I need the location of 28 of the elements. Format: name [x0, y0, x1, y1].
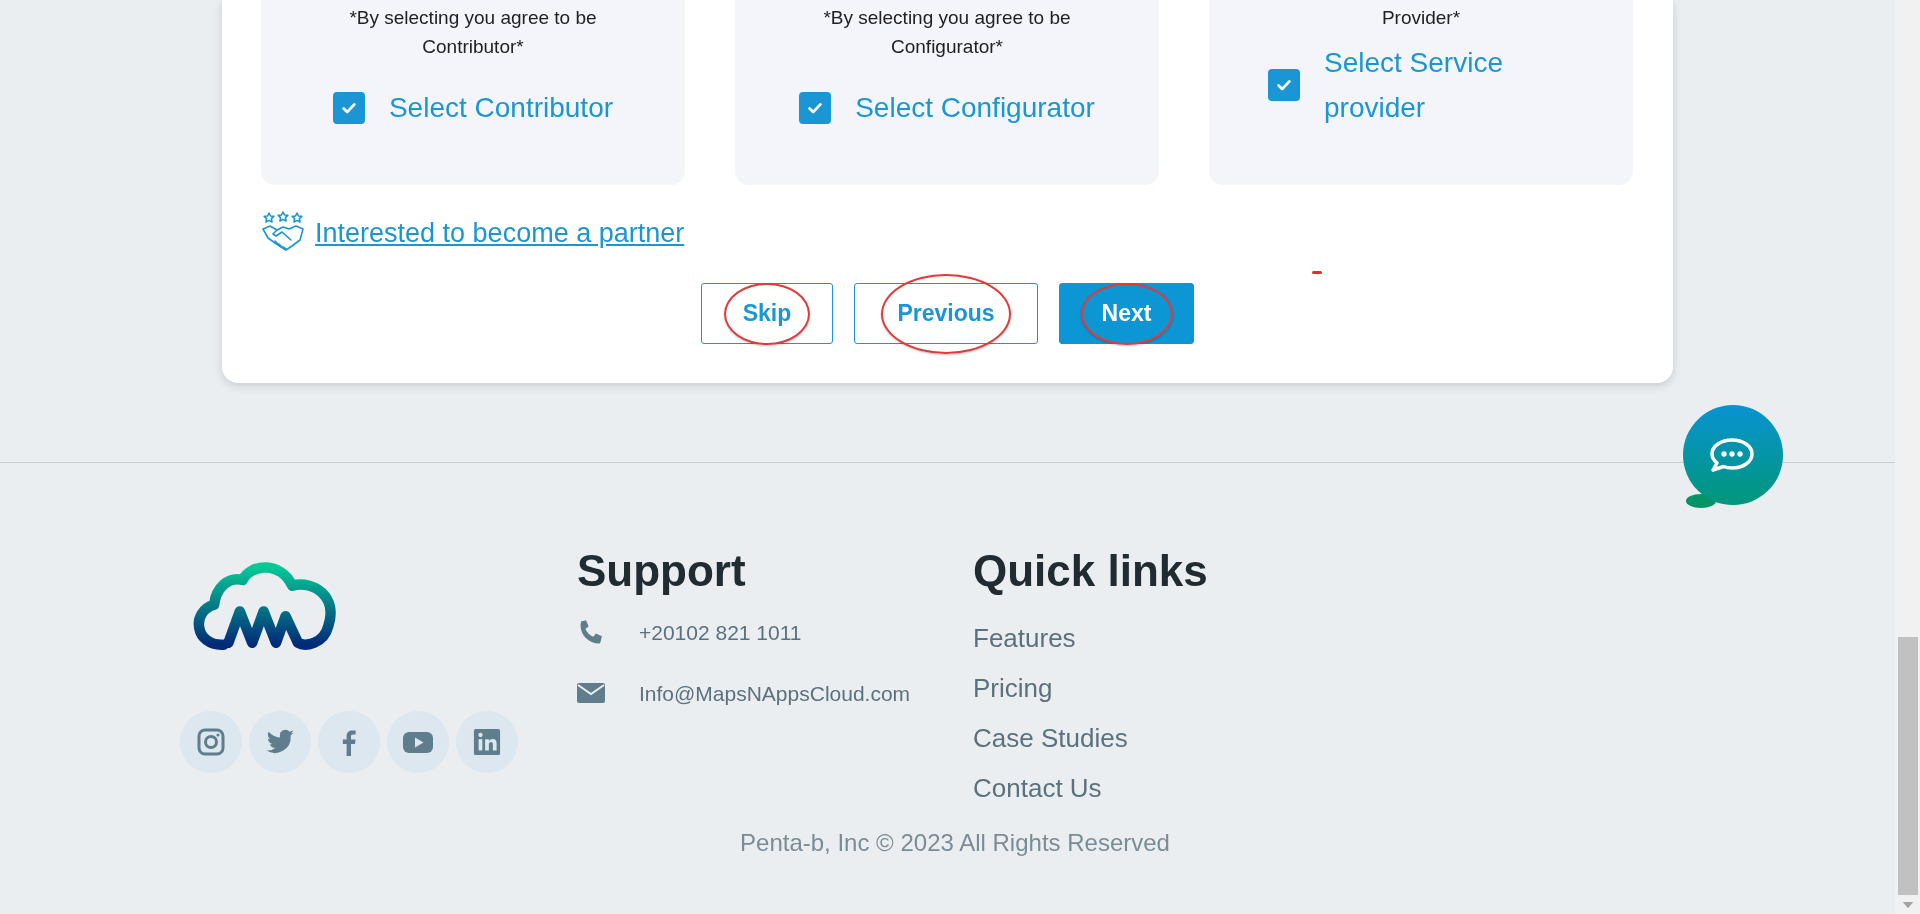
- footer-link[interactable]: Contact Us: [973, 763, 1102, 813]
- footer-link[interactable]: Features: [973, 613, 1076, 663]
- outline-button[interactable]: Skip: [701, 283, 833, 344]
- checkbox[interactable]: [332, 91, 365, 124]
- footer-link[interactable]: Pricing: [973, 663, 1053, 713]
- agreement-note: Configurator*: [890, 35, 1004, 59]
- scroll-down-arrow[interactable]: [1902, 902, 1914, 909]
- agreement-note: *By selecting you agree to be: [349, 6, 597, 30]
- agreement-note: Contributor*: [421, 35, 525, 59]
- checkbox-label[interactable]: Select Service provider: [1324, 40, 1574, 130]
- next-button[interactable]: Next: [1059, 283, 1194, 344]
- agreement-note: *By selecting you agree to be: [823, 6, 1071, 30]
- agreement-note: Provider*: [1381, 6, 1461, 30]
- checkbox[interactable]: [1268, 69, 1300, 101]
- checkbox-label[interactable]: Select Configurator: [855, 85, 1095, 130]
- email-address: Info@MapsNAppsCloud.com: [639, 682, 911, 706]
- envelope-icon: [577, 683, 605, 705]
- footer-link[interactable]: Case Studies: [973, 713, 1128, 763]
- partner-link[interactable]: Interested to become a partner: [315, 217, 685, 249]
- checkbox[interactable]: [799, 91, 832, 124]
- outline-button[interactable]: Previous: [854, 283, 1038, 344]
- phone-number: +20102 821 1011: [639, 621, 802, 645]
- copyright-text: Penta-b, Inc © 2023 All Rights Reserved: [739, 829, 1171, 857]
- footer-heading: Support: [577, 545, 747, 597]
- checkbox-label[interactable]: Select Contributor: [388, 85, 614, 130]
- footer-heading: Quick links: [973, 545, 1208, 597]
- scrollbar-thumb[interactable]: [1898, 637, 1918, 895]
- annotation-mark: [1312, 271, 1322, 274]
